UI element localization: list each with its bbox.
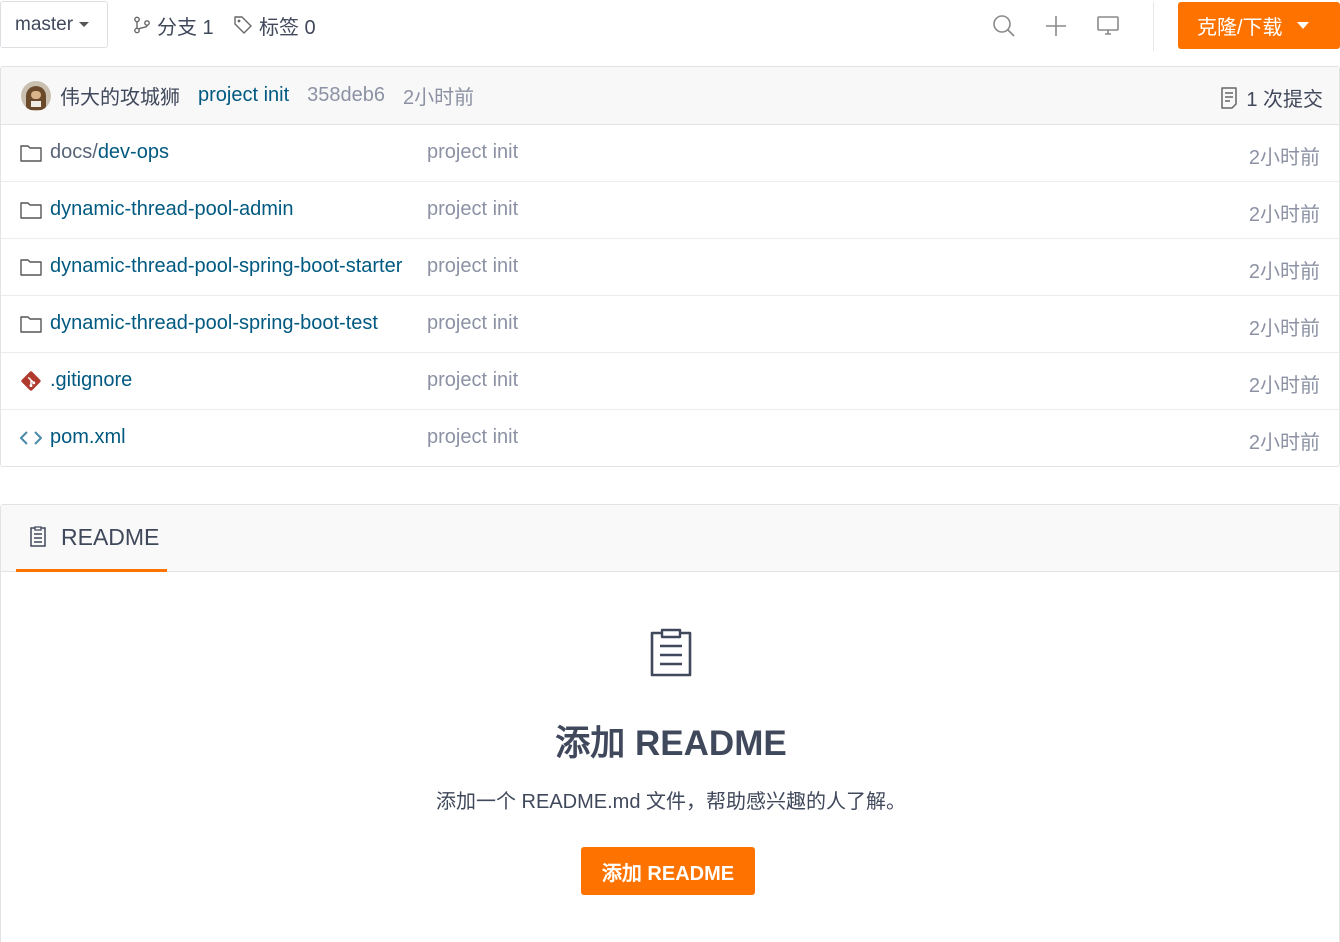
file-tree-panel: 伟大的攻城狮 project init 358deb6 2小时前 1 次提交 d…	[0, 66, 1340, 467]
search-icon	[993, 15, 1015, 37]
readme-doc-icon	[650, 628, 692, 677]
file-commit-time: 2小时前	[1248, 432, 1320, 454]
file-row[interactable]: pom.xml project init 2小时前	[1, 410, 1339, 467]
readme-doc-icon	[30, 526, 46, 547]
search-button[interactable]	[991, 13, 1017, 39]
latest-commit-bar: 伟大的攻城狮 project init 358deb6 2小时前 1 次提交	[1, 67, 1339, 125]
tags-link[interactable]: 标签 0	[233, 12, 316, 39]
file-name[interactable]: docs/dev-ops	[50, 141, 424, 164]
toolbar-divider	[1153, 2, 1154, 51]
file-name[interactable]: pom.xml	[50, 426, 424, 449]
folder-icon	[20, 142, 42, 164]
file-name[interactable]: dynamic-thread-pool-spring-boot-test	[50, 312, 424, 335]
clone-download-label: 克隆/下载	[1197, 17, 1283, 39]
file-commit-message[interactable]: project init	[427, 198, 518, 221]
code-icon	[20, 427, 42, 449]
git-icon	[20, 370, 42, 392]
commit-log-icon	[1221, 86, 1238, 109]
file-name[interactable]: dynamic-thread-pool-spring-boot-starter	[50, 255, 424, 278]
file-row[interactable]: dynamic-thread-pool-admin project init 2…	[1, 182, 1339, 239]
avatar[interactable]	[21, 80, 51, 111]
file-name[interactable]: dynamic-thread-pool-admin	[50, 198, 424, 221]
tags-label: 标签 0	[259, 16, 316, 39]
readme-empty-title: 添加 README	[555, 724, 787, 763]
tab-readme[interactable]: README	[16, 505, 167, 572]
commit-count-link[interactable]: 1 次提交	[1220, 83, 1323, 112]
caret-down-icon	[1296, 22, 1309, 29]
readme-tab-label: README	[61, 523, 160, 550]
web-ide-button[interactable]	[1095, 13, 1121, 39]
monitor-icon	[1097, 16, 1119, 35]
file-commit-message[interactable]: project init	[427, 312, 518, 335]
file-row[interactable]: .gitignore project init 2小时前	[1, 353, 1339, 410]
file-commit-message[interactable]: project init	[427, 141, 518, 164]
commit-sha[interactable]: 358deb6	[307, 84, 385, 107]
file-commit-message[interactable]: project init	[427, 255, 518, 278]
commit-author[interactable]: 伟大的攻城狮	[60, 81, 180, 110]
commit-time: 2小时前	[403, 87, 475, 109]
repo-toolbar: master 分支 1 标签 0 克隆/下载	[0, 0, 1340, 51]
commit-message[interactable]: project init	[198, 84, 289, 107]
caret-down-icon	[79, 22, 90, 27]
file-commit-time: 2小时前	[1248, 147, 1320, 169]
clone-download-button[interactable]: 克隆/下载	[1178, 2, 1340, 49]
file-name[interactable]: .gitignore	[50, 369, 424, 392]
folder-icon	[20, 256, 42, 278]
branches-label: 分支 1	[157, 16, 214, 39]
add-button[interactable]	[1043, 13, 1069, 39]
folder-icon	[20, 313, 42, 335]
file-commit-message[interactable]: project init	[427, 369, 518, 392]
file-commit-time: 2小时前	[1248, 318, 1320, 340]
commit-count-label: 1 次提交	[1246, 89, 1323, 111]
tag-icon	[234, 16, 252, 34]
file-row[interactable]: dynamic-thread-pool-spring-boot-starter …	[1, 239, 1339, 296]
branches-link[interactable]: 分支 1	[133, 12, 214, 39]
branch-select-value: master	[15, 13, 74, 35]
file-row[interactable]: docs/dev-ops project init 2小时前	[1, 125, 1339, 182]
file-commit-time: 2小时前	[1248, 204, 1320, 226]
file-row[interactable]: dynamic-thread-pool-spring-boot-test pro…	[1, 296, 1339, 353]
readme-panel: README 添加 README 添加一个 README.md 文件，帮助感兴趣…	[0, 504, 1340, 942]
readme-header: README	[1, 505, 1339, 572]
file-commit-message[interactable]: project init	[427, 426, 518, 449]
file-commit-time: 2小时前	[1248, 261, 1320, 283]
branch-select[interactable]: master	[0, 1, 108, 48]
branch-icon	[134, 16, 150, 34]
file-commit-time: 2小时前	[1248, 375, 1320, 397]
readme-empty-description: 添加一个 README.md 文件，帮助感兴趣的人了解。	[435, 791, 907, 813]
folder-icon	[20, 199, 42, 221]
plus-icon	[1046, 16, 1066, 36]
add-readme-button[interactable]: 添加 README	[581, 847, 755, 895]
